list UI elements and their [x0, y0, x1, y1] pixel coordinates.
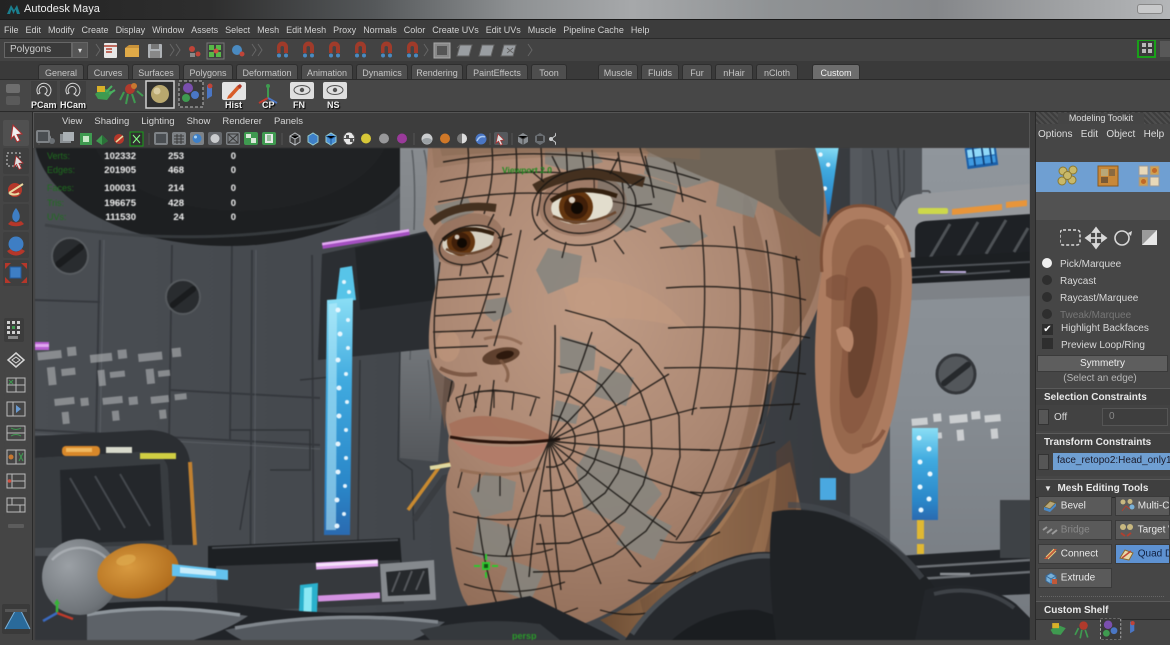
svg-text:persp: persp	[512, 631, 537, 640]
svg-text:Viewport 2.0: Viewport 2.0	[502, 165, 552, 175]
svg-text:Tris:: Tris:	[47, 198, 64, 208]
svg-text:Edges:: Edges:	[47, 165, 75, 175]
svg-text:0: 0	[231, 212, 236, 223]
svg-text:201905: 201905	[104, 165, 136, 176]
svg-text:0: 0	[231, 198, 236, 209]
svg-text:100031: 100031	[104, 183, 136, 194]
svg-text:468: 468	[168, 165, 184, 176]
svg-text:102332: 102332	[104, 151, 136, 162]
svg-text:196675: 196675	[104, 198, 136, 209]
svg-text:428: 428	[168, 198, 184, 209]
svg-text:Verts:: Verts:	[47, 151, 70, 161]
svg-text:0: 0	[231, 165, 236, 176]
svg-text:Faces:: Faces:	[47, 183, 74, 193]
svg-text:UVs:: UVs:	[47, 212, 67, 222]
svg-text:0: 0	[231, 183, 236, 194]
svg-text:253: 253	[168, 151, 184, 162]
svg-text:0: 0	[231, 151, 236, 162]
svg-text:24: 24	[173, 212, 184, 223]
svg-text:214: 214	[168, 183, 185, 194]
svg-text:111530: 111530	[105, 212, 136, 223]
